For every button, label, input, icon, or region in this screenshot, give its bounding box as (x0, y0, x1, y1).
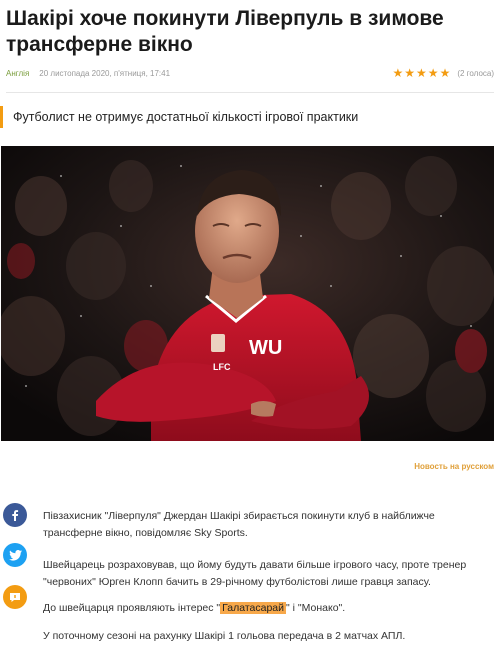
facebook-share-button[interactable] (3, 503, 27, 527)
highlighted-club-name: Галатасарай (220, 602, 287, 614)
article-photo: WU LFC (1, 146, 494, 441)
source-link[interactable]: Новость на русском (414, 462, 494, 471)
article-meta: Англія 20 листопада 2020, п'ятниця, 17:4… (6, 66, 494, 80)
comment-icon (10, 592, 20, 602)
paragraph-text: " і "Монако". (286, 602, 346, 614)
svg-text:WU: WU (249, 337, 282, 359)
article-lead: Футболист не отримує достатньої кількост… (0, 106, 494, 128)
player-photo: WU LFC (1, 146, 494, 441)
twitter-icon (8, 549, 22, 561)
category-link[interactable]: Англія (6, 69, 29, 78)
rating[interactable]: ★★★★★ (2 голоса) (393, 66, 494, 80)
article-paragraph: У поточному сезоні на рахунку Шакірі 1 г… (43, 630, 406, 642)
paragraph-text: До швейцарця проявляють інтерес " (43, 602, 221, 614)
divider (6, 92, 494, 93)
article-paragraph: До швейцарця проявляють інтерес " Галатас… (43, 600, 483, 617)
svg-text:LFC: LFC (213, 362, 231, 372)
star-rating-icon[interactable]: ★★★★★ (393, 66, 452, 80)
article-paragraph: Швейцарець розраховував, що йому будуть … (43, 559, 467, 588)
comment-button[interactable] (3, 585, 27, 609)
article-title: Шакірі хоче покинути Ліверпуль в зимове … (6, 7, 444, 56)
article-paragraph: Півзахисник "Ліверпуля" Джердан Шакірі з… (43, 510, 435, 539)
facebook-icon (12, 510, 19, 521)
twitter-share-button[interactable] (3, 543, 27, 567)
publish-date: 20 листопада 2020, п'ятниця, 17:41 (39, 68, 171, 78)
vote-count: (2 голоса) (457, 68, 494, 78)
